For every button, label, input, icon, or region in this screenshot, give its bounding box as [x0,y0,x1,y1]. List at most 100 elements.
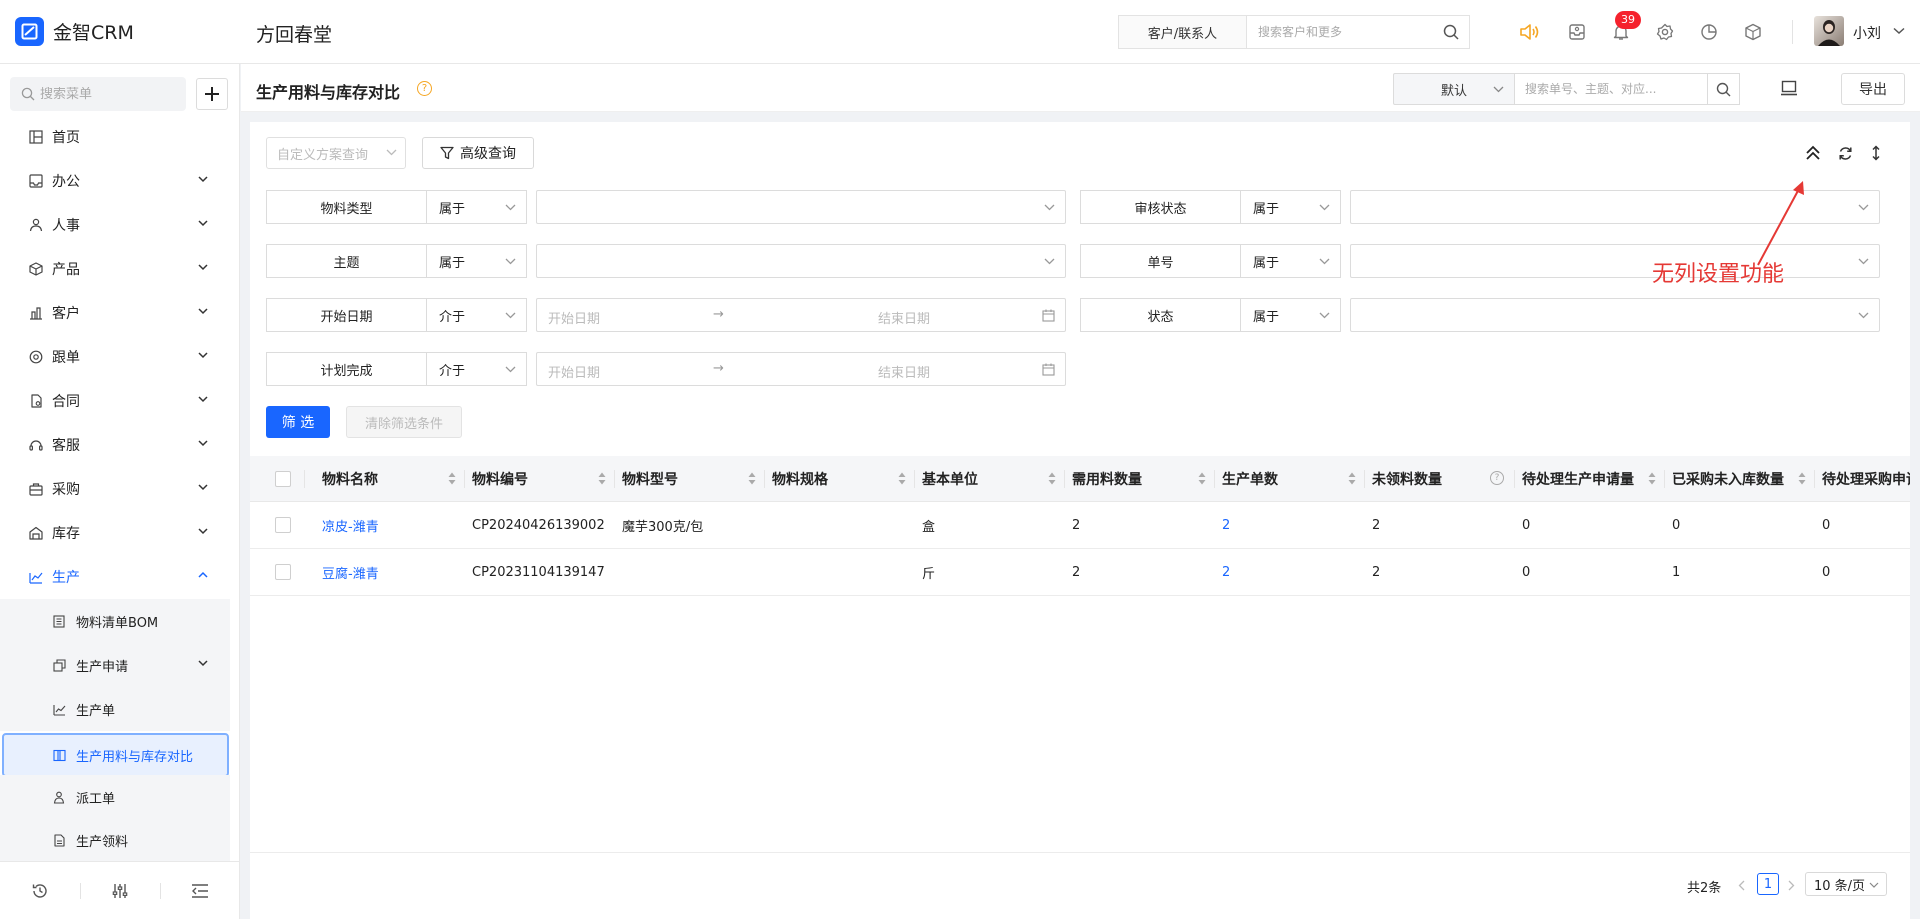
page-number-current[interactable]: 1 [1757,873,1779,895]
filter-op-material-type[interactable]: 属于 [427,190,527,224]
filter-value-material-type[interactable] [536,190,1066,224]
filter-op-status[interactable]: 属于 [1241,298,1341,332]
cube-icon[interactable] [1742,21,1764,43]
chevron-right-icon[interactable] [1788,880,1795,891]
page-size-select[interactable]: 10 条/页 [1805,872,1887,896]
logo-icon [15,17,44,46]
date-arrow: → [713,307,724,322]
date-range-start-date[interactable]: 开始日期 → 结束日期 [536,298,1066,332]
filter-label-status: 状态 [1080,298,1241,332]
monitor-icon[interactable] [1780,80,1798,96]
global-search-input[interactable] [1247,16,1433,48]
filter-op-subject[interactable]: 属于 [427,244,527,278]
sidebar-subitem-bom[interactable]: 物料清单BOM [0,599,230,643]
speaker-icon[interactable] [1519,21,1541,43]
chevron-down-icon [1044,258,1055,265]
filter-op-audit-status[interactable]: 属于 [1241,190,1341,224]
column-header-unreceived-qty[interactable]: 未领料数量 ? [1372,456,1514,502]
filter-value-status[interactable] [1350,298,1880,332]
date-range-planned-finish[interactable]: 开始日期 → 结束日期 [536,352,1066,386]
avatar[interactable] [1814,16,1844,46]
cell-unreceived-qty: 2 [1372,518,1381,533]
advanced-query-button[interactable]: 高级查询 [422,137,534,169]
page-title: 生产用料与库存对比 [256,83,401,102]
column-header-pending-request[interactable]: 待处理生产申请量 [1522,456,1664,502]
column-header-required-qty[interactable]: 需用料数量 [1072,456,1214,502]
sidebar-item-service[interactable]: 客服 [0,423,240,467]
cell-order-count[interactable]: 2 [1222,549,1364,596]
settings-sliders-icon[interactable] [80,882,160,900]
sidebar-item-inventory[interactable]: 库存 [0,511,240,555]
sidebar-subitem-request[interactable]: 生产申请 [0,643,230,687]
sidebar-item-customer[interactable]: 客户 [0,291,240,335]
column-header-material-spec[interactable]: 物料规格 [772,456,914,502]
sidebar-item-production[interactable]: 生产 [0,555,240,599]
collapse-menu-icon[interactable] [160,883,240,899]
row-checkbox[interactable] [275,564,291,580]
sidebar-item-label: 首页 [52,130,80,146]
column-header-material-name[interactable]: 物料名称 [322,456,464,502]
sidebar-item-purchase[interactable]: 采购 [0,467,240,511]
row-height-icon[interactable] [1866,143,1886,163]
row-checkbox[interactable] [275,517,291,533]
sidebar-subitem-pick[interactable]: 生产领料 [0,819,230,861]
sidebar-subitem-order[interactable]: 生产单 [0,687,230,731]
sidebar-item-office[interactable]: 办公 [0,159,240,203]
column-header-order-count[interactable]: 生产单数 [1222,456,1364,502]
sidebar-item-product[interactable]: 产品 [0,247,240,291]
menu-search[interactable] [10,77,186,111]
column-header-material-code[interactable]: 物料编号 [472,456,614,502]
filter-op-value: 介于 [439,363,466,379]
refresh-icon[interactable] [1835,143,1855,163]
sidebar-subitem-dispatch[interactable]: 派工单 [0,775,230,819]
sidebar-item-hr[interactable]: 人事 [0,203,240,247]
inbox-icon[interactable] [1566,21,1588,43]
brand-logo[interactable]: 金智CRM [15,17,134,46]
table-row[interactable]: 凉皮-潍青 CP20240426139002 魔芋300克/包 盒 2 2 2 … [250,502,1910,549]
page-search [1514,73,1740,105]
custom-query-select[interactable]: 自定义方案查询 [266,137,406,169]
cell-base-unit: 盒 [922,520,936,535]
sidebar-item-home[interactable]: 首页 [0,115,240,159]
sidebar-item-follow[interactable]: 跟单 [0,335,240,379]
chevron-down-icon [1319,258,1330,265]
cell-material-name[interactable]: 豆腐-潍青 [322,549,464,596]
view-select[interactable]: 默认 [1393,73,1515,105]
column-header-pending-purchase[interactable]: 待处理采购申请 [1822,456,1910,502]
add-button[interactable] [196,78,228,110]
chevron-down-icon[interactable] [1893,27,1905,35]
filter-op-order-number[interactable]: 属于 [1241,244,1341,278]
filter-button[interactable]: 筛 选 [266,406,330,438]
sidebar-item-label: 生产 [52,570,80,586]
clear-filter-button[interactable]: 清除筛选条件 [346,406,462,438]
column-header-label: 物料规格 [772,472,828,488]
menu-search-input[interactable] [40,86,180,102]
collapse-filter-icon[interactable] [1803,143,1823,163]
filter-op-planned-finish[interactable]: 介于 [427,352,527,386]
filter-op-start-date[interactable]: 介于 [427,298,527,332]
gear-icon[interactable] [1654,21,1676,43]
search-icon[interactable] [1433,16,1469,48]
cell-material-code: CP20231104139147 [472,565,605,580]
cell-material-name[interactable]: 凉皮-潍青 [322,502,464,549]
column-header-purchased-not-stocked[interactable]: 已采购未入库数量 [1672,456,1814,502]
help-icon[interactable]: ? [417,81,432,96]
filter-value-subject[interactable] [536,244,1066,278]
sidebar-item-contract[interactable]: 合同 [0,379,240,423]
table-row[interactable]: 豆腐-潍青 CP20231104139147 斤 2 2 2 0 1 0 [250,549,1910,596]
chart-pie-icon[interactable] [1698,21,1720,43]
user-name[interactable]: 小刘 [1853,23,1881,43]
help-icon[interactable]: ? [1490,471,1504,485]
export-button[interactable]: 导出 [1841,73,1905,105]
sidebar-subitem-compare[interactable]: 生产用料与库存对比 [2,733,229,777]
column-header-base-unit[interactable]: 基本单位 [922,456,1064,502]
page-search-input[interactable] [1515,82,1707,96]
history-icon[interactable] [0,882,80,900]
cell-order-count[interactable]: 2 [1222,502,1364,549]
search-type-select[interactable]: 客户/联系人 [1119,16,1247,48]
column-header-material-model[interactable]: 物料型号 [622,456,764,502]
search-icon[interactable] [1707,74,1739,104]
select-all-checkbox[interactable] [275,471,291,487]
date-start-placeholder: 开始日期 [548,366,601,381]
chevron-left-icon[interactable] [1738,880,1745,891]
